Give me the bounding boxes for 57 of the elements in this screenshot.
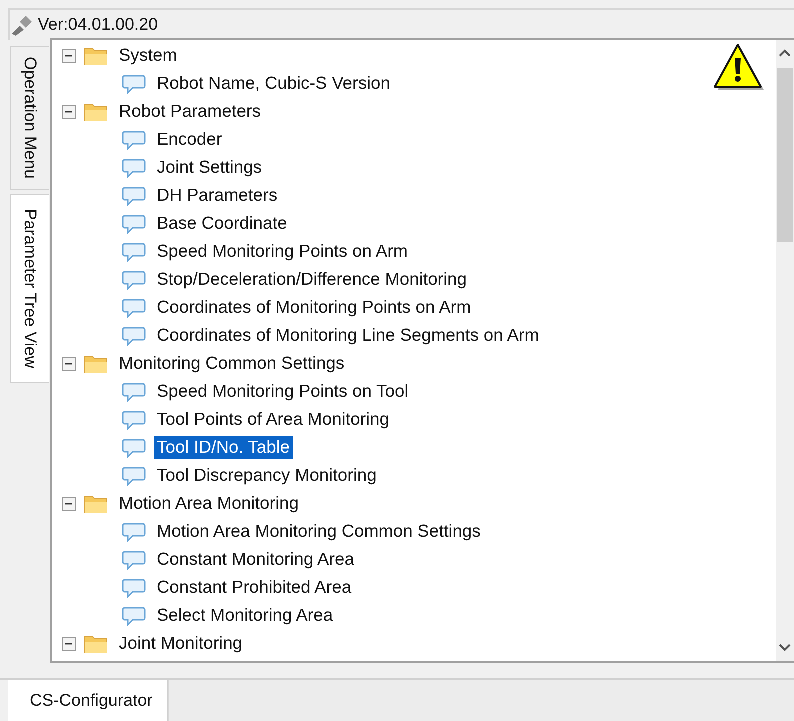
collapse-icon[interactable] xyxy=(62,104,76,119)
folder-icon xyxy=(84,634,108,654)
speech-bubble-icon xyxy=(122,578,146,598)
tree-item[interactable]: Motion Area Monitoring Common Settings xyxy=(154,520,484,544)
speech-bubble-icon xyxy=(122,214,146,234)
speech-bubble-icon xyxy=(122,606,146,626)
tree-item[interactable]: Encoder xyxy=(154,128,226,152)
collapse-icon[interactable] xyxy=(62,356,76,371)
side-tab[interactable]: Parameter Tree View xyxy=(10,194,49,384)
tree-folder[interactable]: Robot Parameters xyxy=(116,100,264,124)
collapse-icon[interactable] xyxy=(62,48,76,63)
tree-item[interactable]: Joint Settings xyxy=(154,156,266,180)
speech-bubble-icon xyxy=(122,74,146,94)
tree-folder[interactable]: System xyxy=(116,44,180,68)
speech-bubble-icon xyxy=(122,410,146,430)
folder-icon xyxy=(84,102,108,122)
tree-item[interactable]: Tool Discrepancy Monitoring xyxy=(154,464,380,488)
tree-item[interactable]: Tool Points of Area Monitoring xyxy=(154,408,392,432)
tree-item[interactable]: Constant Prohibited Area xyxy=(154,576,355,600)
speech-bubble-icon xyxy=(122,242,146,262)
collapse-icon[interactable] xyxy=(62,636,76,651)
folder-icon xyxy=(84,46,108,66)
tree-item[interactable]: Speed Monitoring Points on Tool xyxy=(154,380,412,404)
speech-bubble-icon xyxy=(122,522,146,542)
speech-bubble-icon xyxy=(122,186,146,206)
folder-icon xyxy=(84,494,108,514)
tree-item[interactable]: Speed Monitoring Points on Arm xyxy=(154,240,411,264)
tree-item[interactable]: Stop/Deceleration/Difference Monitoring xyxy=(154,268,470,292)
tree-folder[interactable]: Monitoring Common Settings xyxy=(116,352,348,376)
speech-bubble-icon xyxy=(122,326,146,346)
speech-bubble-icon xyxy=(122,382,146,402)
scrollbar[interactable] xyxy=(776,40,794,662)
speech-bubble-icon xyxy=(122,550,146,570)
tree-item[interactable]: DH Parameters xyxy=(154,184,281,208)
tree-item[interactable]: Base Coordinate xyxy=(154,212,290,236)
tree-folder[interactable]: Joint Monitoring xyxy=(116,632,246,656)
speech-bubble-icon xyxy=(122,466,146,486)
scroll-down-icon[interactable] xyxy=(778,643,792,654)
collapse-icon[interactable] xyxy=(62,496,76,511)
scrollbar-thumb[interactable] xyxy=(777,68,793,242)
speech-bubble-icon xyxy=(122,298,146,318)
tree-item[interactable]: Robot Name, Cubic-S Version xyxy=(154,72,394,96)
side-tab[interactable]: Operation Menu xyxy=(10,46,49,190)
bottom-tab[interactable]: CS-Configurator xyxy=(8,680,168,721)
speech-bubble-icon xyxy=(122,130,146,150)
tree-item[interactable]: Select Monitoring Area xyxy=(154,604,336,628)
speech-bubble-icon xyxy=(122,158,146,178)
folder-icon xyxy=(84,354,108,374)
scroll-up-icon[interactable] xyxy=(778,48,792,58)
tree-item[interactable]: Constant Monitoring Area xyxy=(154,548,358,572)
tree-item[interactable]: Tool ID/No. Table xyxy=(154,436,293,460)
tree-item[interactable]: Coordinates of Monitoring Points on Arm xyxy=(154,296,474,320)
version-label: Ver:04.01.00.20 xyxy=(38,14,158,35)
speech-bubble-icon xyxy=(122,270,146,290)
tree-folder[interactable]: Motion Area Monitoring xyxy=(116,492,302,516)
speech-bubble-icon xyxy=(122,438,146,458)
tree-item[interactable]: Coordinates of Monitoring Line Segments on Arm xyxy=(154,324,542,348)
